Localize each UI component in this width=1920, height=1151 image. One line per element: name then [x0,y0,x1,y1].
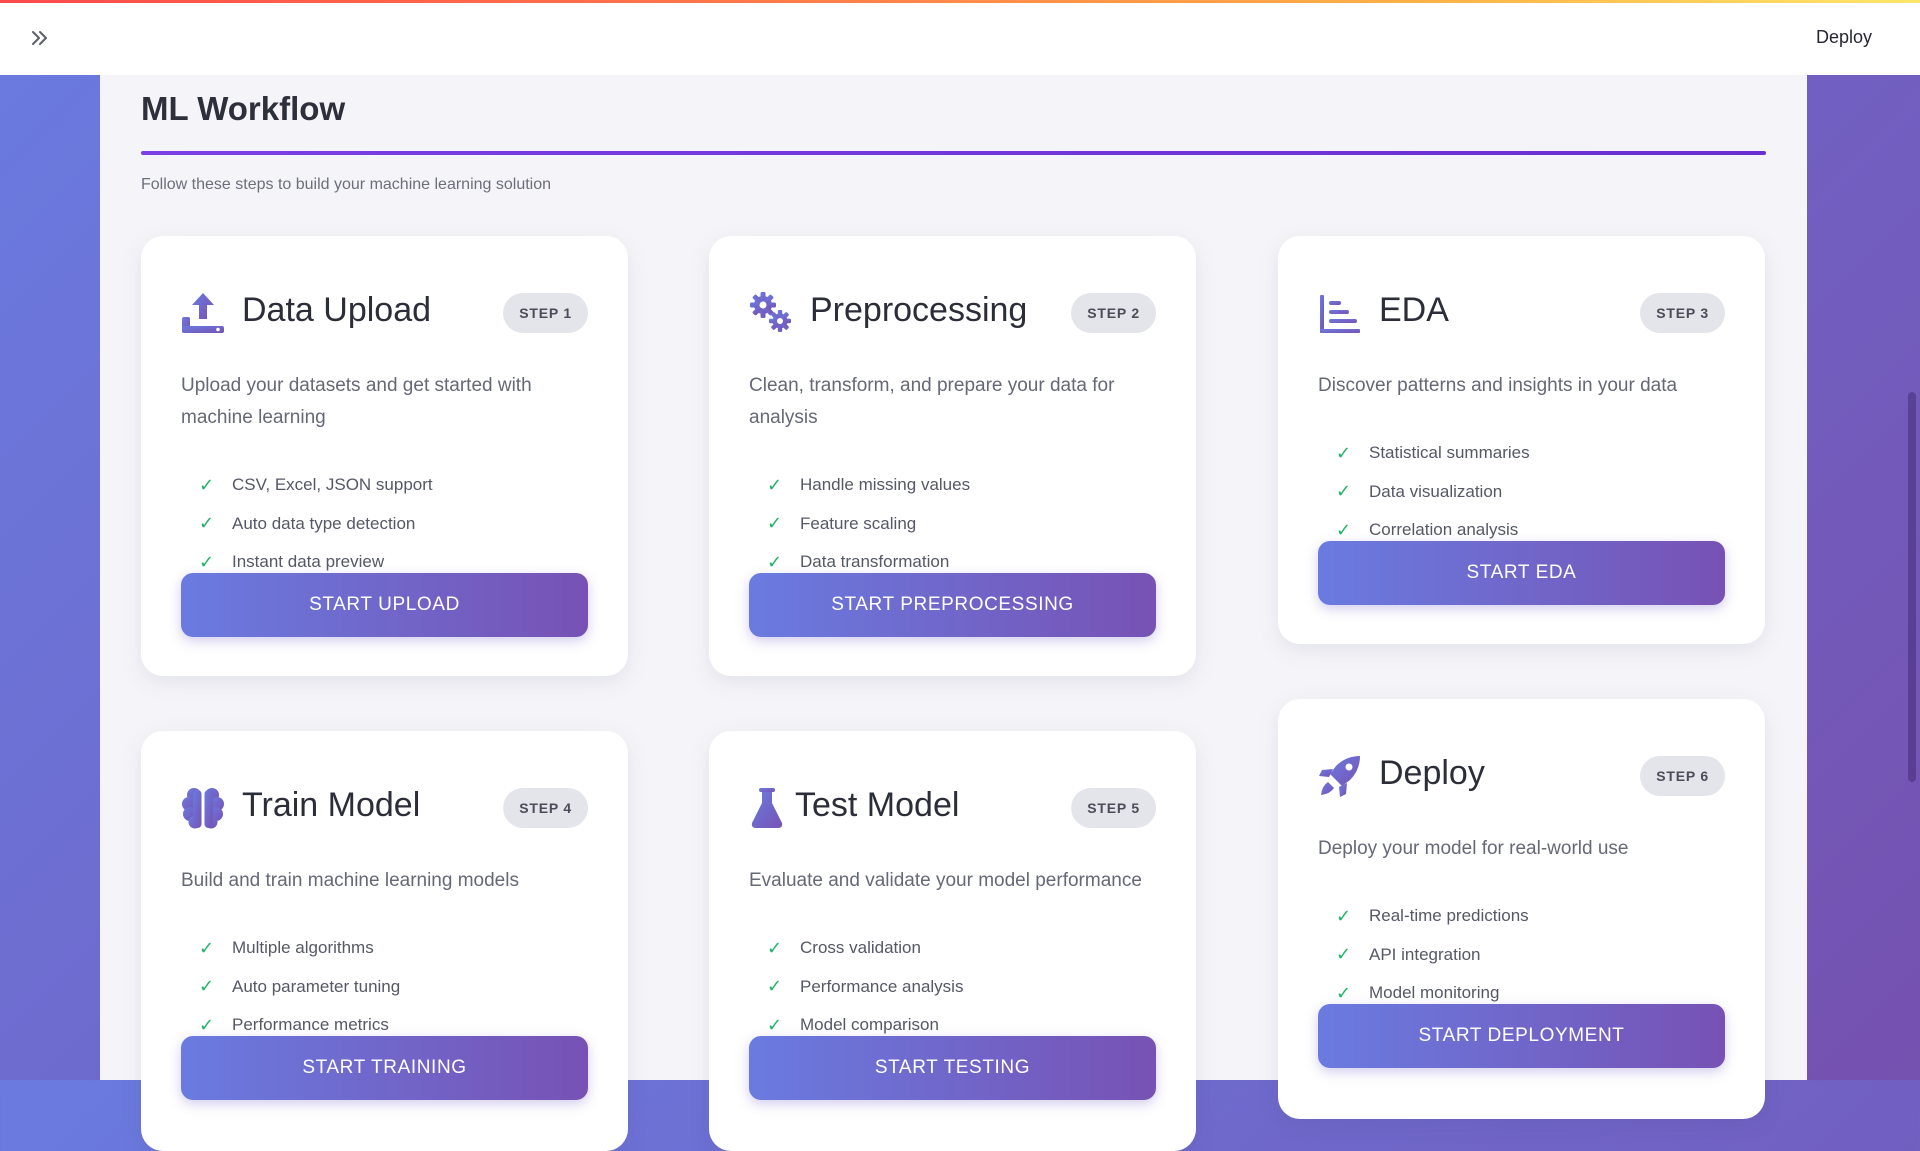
title-divider [141,151,1766,155]
feature-item: ✓ Real-time predictions [1336,897,1529,936]
feature-item: ✓ CSV, Excel, JSON support [199,466,433,505]
bar-chart-icon [1320,295,1360,333]
feature-label: Statistical summaries [1369,443,1530,463]
check-icon: ✓ [199,551,215,572]
feature-item: ✓ Auto data type detection [199,505,433,544]
feature-item: ✓ Feature scaling [767,505,970,544]
feature-list: ✓ Real-time predictions ✓ API integration … [1336,897,1529,1013]
card-title: Train Model [242,786,421,824]
check-icon: ✓ [1336,442,1352,463]
start-upload-button[interactable]: START UPLOAD [181,573,588,637]
check-icon: ✓ [767,551,783,572]
rocket-icon [1319,756,1360,797]
feature-label: Real-time predictions [1369,906,1529,926]
card-description: Clean, transform, and prepare your data … [749,375,1115,428]
feature-label: Model monitoring [1369,983,1500,1003]
feature-item: ✓ Statistical summaries [1336,434,1530,473]
page-title: ML Workflow [141,90,346,127]
feature-label: Correlation analysis [1369,520,1519,540]
feature-list: ✓ CSV, Excel, JSON support ✓ Auto data typ… [199,466,433,582]
feature-item: ✓ Performance analysis [767,968,963,1007]
feature-list: ✓ Cross validation ✓ Performance analysis … [767,929,963,1045]
check-icon: ✓ [1336,982,1352,1003]
card-title: Preprocessing [810,291,1028,329]
feature-label: API integration [1369,944,1481,964]
brain-icon [182,788,224,829]
feature-item: ✓ Data visualization [1336,473,1530,512]
start-training-button[interactable]: START TRAINING [181,1036,588,1100]
main-panel: ML Workflow Follow these steps to build … [100,75,1807,1151]
check-icon: ✓ [767,513,783,534]
card-test-model: Test Model STEP 5 Evaluate and validate … [709,731,1196,1151]
gears-icon [750,292,791,332]
card-data-upload: Data Upload STEP 1 Upload your datasets … [141,236,628,676]
card-description: Build and train machine learning models [181,870,519,891]
card-title: Data Upload [242,291,432,329]
start-testing-button[interactable]: START TESTING [749,1036,1156,1100]
feature-item: ✓ Handle missing values [767,466,970,505]
step-badge: STEP 2 [1071,293,1156,333]
check-icon: ✓ [1336,519,1352,540]
check-icon: ✓ [1336,481,1352,502]
step-badge: STEP 5 [1071,788,1156,828]
feature-item: ✓ API integration [1336,936,1529,975]
check-icon: ✓ [767,976,783,997]
step-badge: STEP 4 [503,788,588,828]
start-preprocessing-button[interactable]: START PREPROCESSING [749,573,1156,637]
feature-label: Model comparison [800,1015,939,1035]
card-title: EDA [1379,291,1449,329]
feature-label: Cross validation [800,938,921,958]
deploy-button[interactable]: Deploy [1816,27,1872,48]
feature-label: CSV, Excel, JSON support [232,475,433,495]
double-chevron-right-icon[interactable] [28,26,52,50]
feature-list: ✓ Multiple algorithms ✓ Auto parameter tun… [199,929,400,1045]
scrollbar[interactable] [1908,392,1916,782]
feature-item: ✓ Multiple algorithms [199,929,400,968]
card-description: Discover patterns and insights in your d… [1318,375,1678,396]
card-title: Test Model [795,786,960,824]
top-bar: Deploy [0,0,1920,75]
feature-label: Multiple algorithms [232,938,374,958]
feature-list: ✓ Statistical summaries ✓ Data visualizati… [1336,434,1530,550]
check-icon: ✓ [199,1014,215,1035]
feature-item: ✓ Cross validation [767,929,963,968]
feature-label: Auto data type detection [232,513,416,533]
card-deploy: Deploy STEP 6 Deploy your model for real… [1278,699,1765,1119]
start-deployment-button[interactable]: START DEPLOYMENT [1318,1004,1725,1068]
card-description: Evaluate and validate your model perform… [749,870,1142,891]
card-description: Deploy your model for real-world use [1318,838,1629,859]
decoration-bar [0,0,1920,3]
feature-label: Instant data preview [232,552,385,572]
flask-icon [751,788,783,828]
step-badge: STEP 3 [1640,293,1725,333]
check-icon: ✓ [1336,944,1352,965]
card-train-model: Train Model STEP 4 Build and train machi… [141,731,628,1151]
step-badge: STEP 1 [503,293,588,333]
feature-item: ✓ Auto parameter tuning [199,968,400,1007]
check-icon: ✓ [767,937,783,958]
upload-icon [182,293,224,333]
check-icon: ✓ [767,474,783,495]
card-description: Upload your datasets and get started wit… [181,375,532,428]
step-badge: STEP 6 [1640,756,1725,796]
card-title: Deploy [1379,754,1485,792]
feature-list: ✓ Handle missing values ✓ Feature scaling … [767,466,970,582]
feature-label: Handle missing values [800,475,971,495]
feature-label: Data visualization [1369,481,1503,501]
check-icon: ✓ [199,937,215,958]
feature-label: Data transformation [800,552,950,572]
feature-label: Performance analysis [800,976,964,996]
card-preprocessing: Preprocessing STEP 2 Clean, transform, a… [709,236,1196,676]
start-eda-button[interactable]: START EDA [1318,541,1725,605]
check-icon: ✓ [199,976,215,997]
check-icon: ✓ [767,1014,783,1035]
feature-label: Auto parameter tuning [232,976,401,996]
check-icon: ✓ [1336,905,1352,926]
check-icon: ✓ [199,474,215,495]
feature-label: Feature scaling [800,513,917,533]
card-eda: EDA STEP 3 Discover patterns and insight… [1278,236,1765,644]
feature-label: Performance metrics [232,1015,389,1035]
page-subtitle: Follow these steps to build your machine… [141,176,552,193]
check-icon: ✓ [199,513,215,534]
